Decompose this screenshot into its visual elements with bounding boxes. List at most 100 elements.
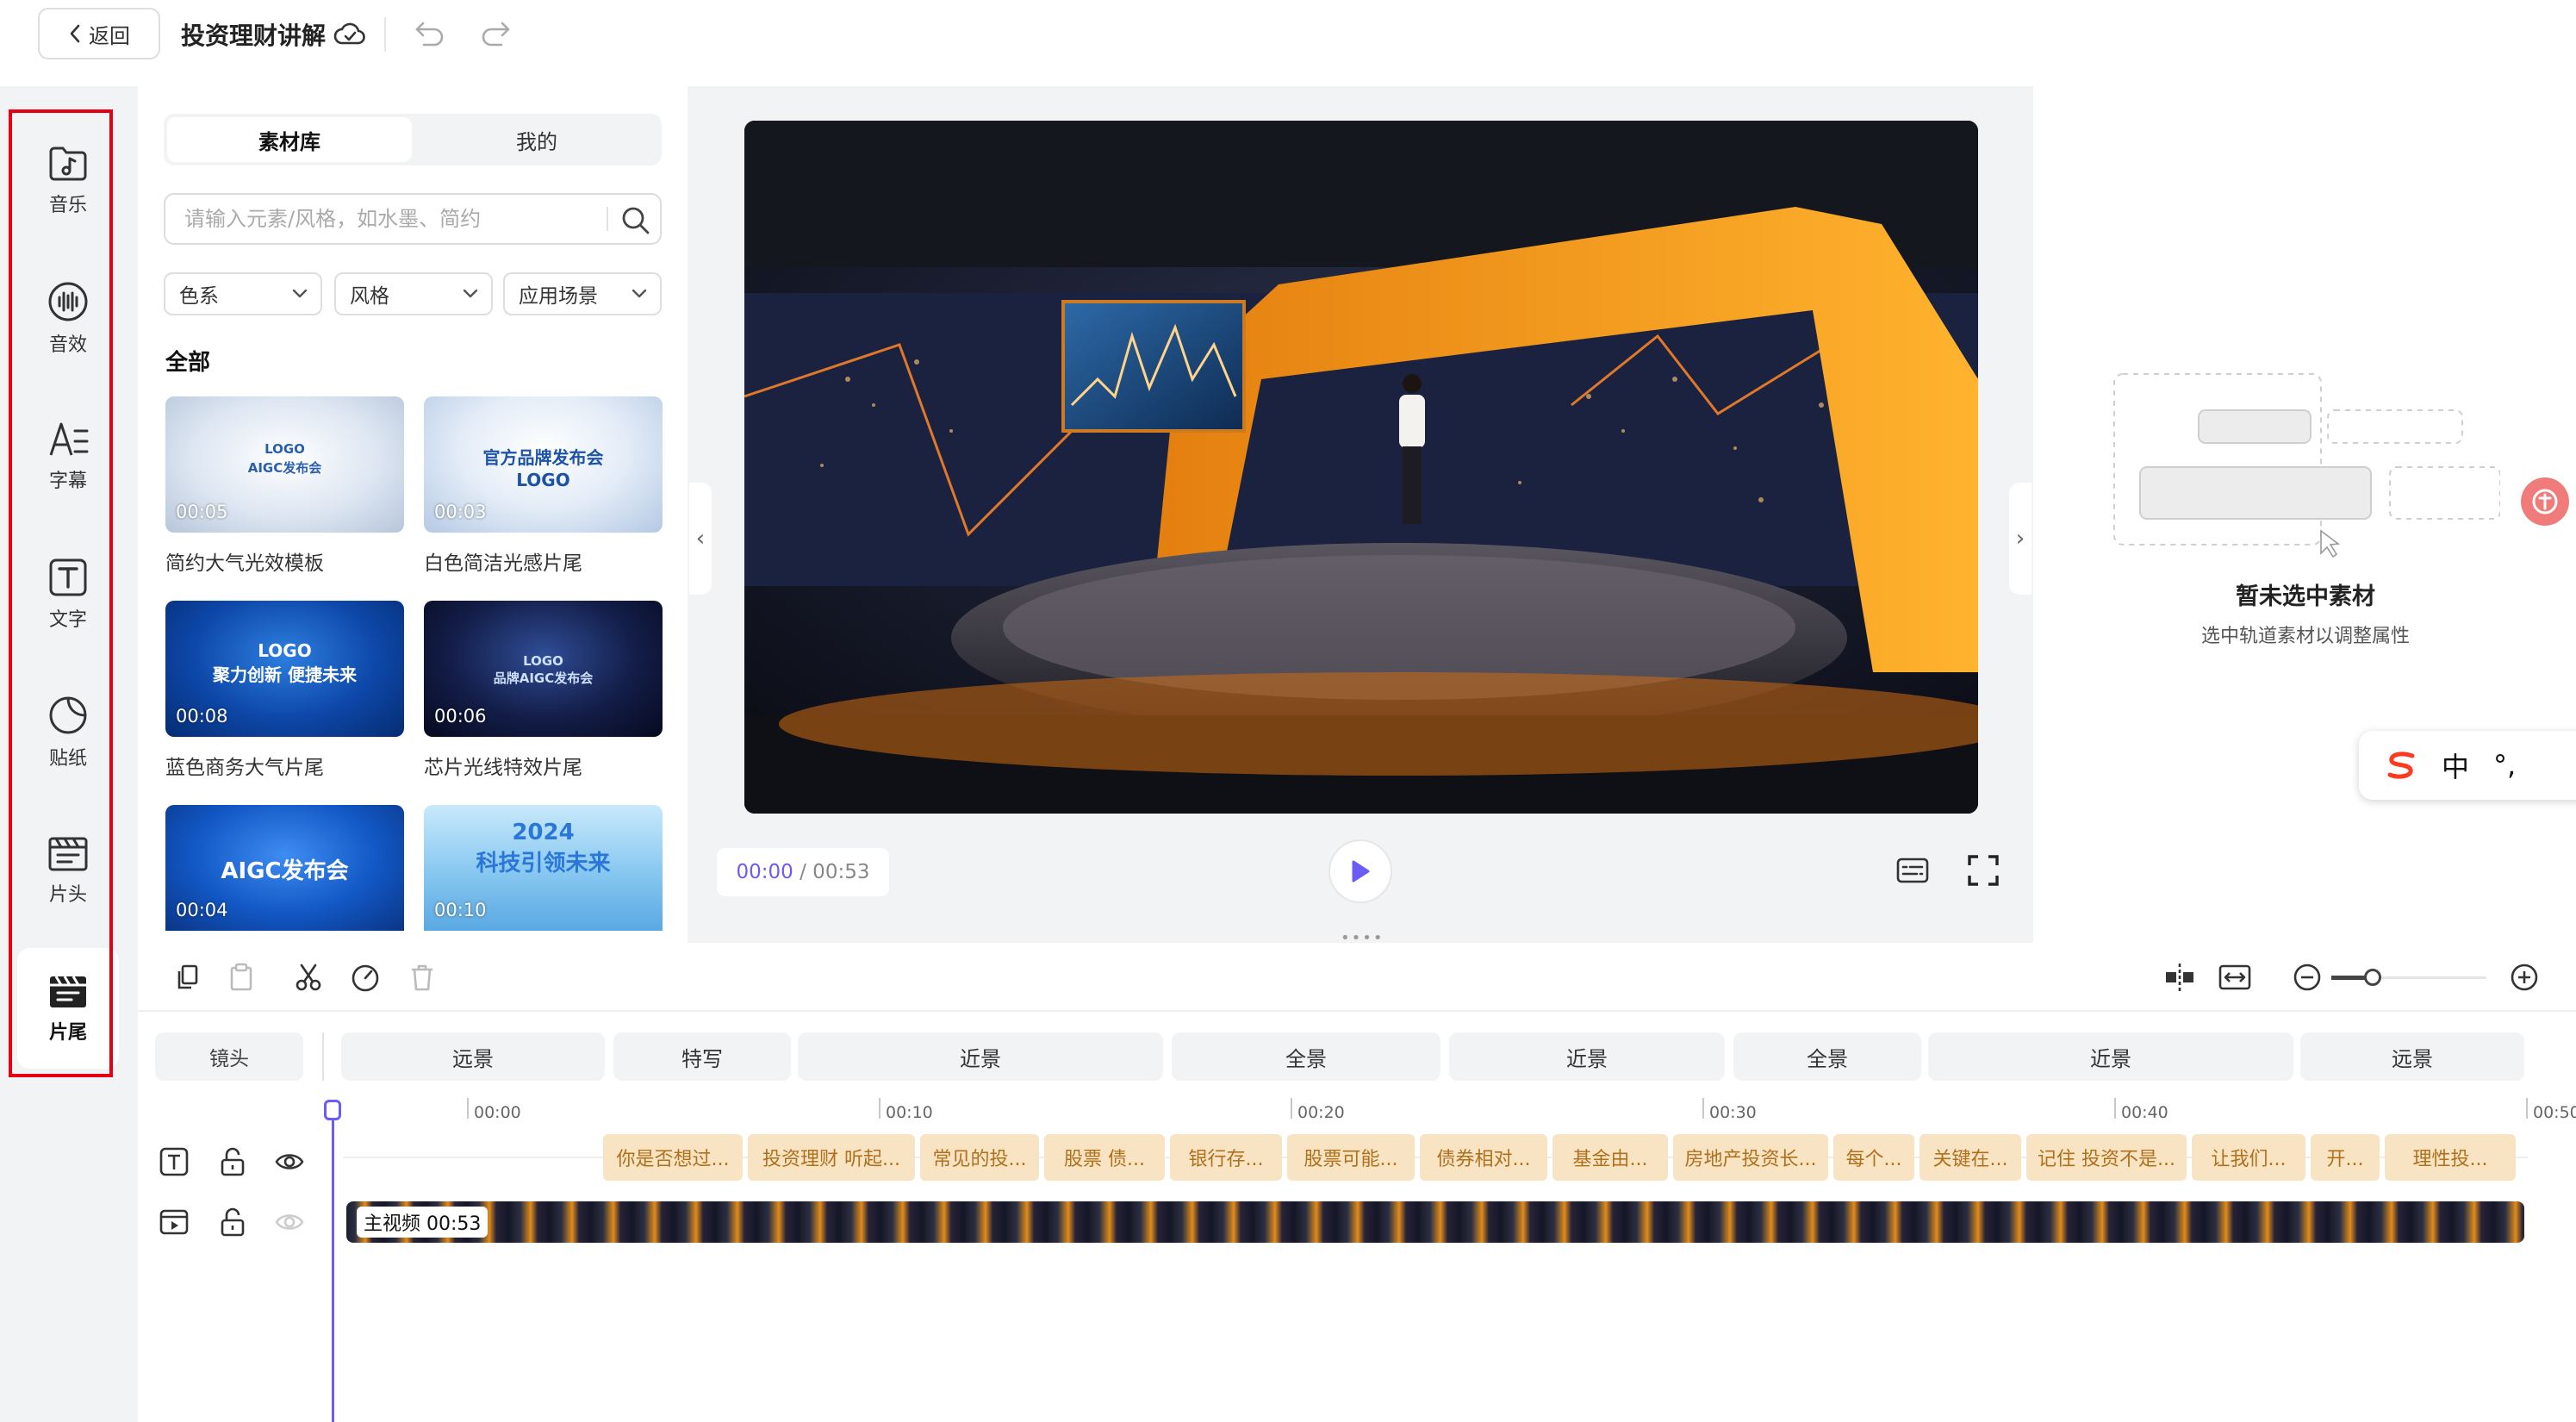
fullscreen-icon[interactable] bbox=[1966, 853, 2000, 888]
template-card[interactable]: LOGO AIGC发布会 00:05 简约大气光效模板 bbox=[165, 396, 404, 576]
shot-block[interactable]: 近景 bbox=[1928, 1032, 2293, 1081]
shot-block[interactable]: 特写 bbox=[613, 1032, 791, 1081]
shot-block[interactable]: 远景 bbox=[2300, 1032, 2524, 1081]
rail-item-intro[interactable]: 片头 bbox=[17, 810, 119, 931]
sound-effect-icon bbox=[48, 282, 88, 321]
shot-track-divider bbox=[322, 1032, 324, 1081]
tab-material-library[interactable]: 素材库 bbox=[167, 117, 412, 162]
back-label: 返回 bbox=[89, 23, 130, 48]
zoom-slider-handle[interactable] bbox=[2364, 969, 2381, 986]
search-icon[interactable] bbox=[620, 205, 651, 236]
chevron-left-icon: ‹ bbox=[695, 526, 706, 552]
paste-icon[interactable] bbox=[226, 962, 257, 993]
eye-icon[interactable] bbox=[274, 1146, 305, 1177]
subtitle-clip[interactable]: 开... bbox=[2311, 1134, 2380, 1181]
template-thumbnail: LOGO 聚力创新 便捷未来 00:08 bbox=[165, 601, 404, 737]
shot-block[interactable]: 远景 bbox=[341, 1032, 605, 1081]
subtitle-clip[interactable]: 股票可能... bbox=[1287, 1134, 1415, 1181]
shot-track-label: 镜头 bbox=[155, 1032, 303, 1081]
subtitle-clip[interactable]: 常见的投... bbox=[920, 1134, 1039, 1181]
ime-punctuation[interactable]: °, bbox=[2493, 749, 2516, 782]
subtitle-clip[interactable]: 基金由... bbox=[1552, 1134, 1668, 1181]
shot-block[interactable]: 全景 bbox=[1172, 1032, 1440, 1081]
back-button[interactable]: 返回 bbox=[38, 8, 160, 59]
subtitle-clip[interactable]: 理性投... bbox=[2385, 1134, 2516, 1181]
rail-item-text[interactable]: 文字 bbox=[17, 534, 119, 655]
redo-icon[interactable] bbox=[479, 19, 513, 50]
thumbnail-text: AIGC发布会 bbox=[221, 858, 349, 884]
zoom-out-icon[interactable] bbox=[2292, 962, 2323, 993]
video-preview[interactable] bbox=[744, 121, 1978, 814]
preview-frame-image bbox=[744, 121, 1978, 814]
subtitle-clip[interactable]: 你是否想过... bbox=[603, 1134, 743, 1181]
fit-width-icon[interactable] bbox=[2218, 962, 2252, 993]
collapse-right-panel-button[interactable]: › bbox=[2009, 483, 2032, 595]
ime-language[interactable]: 中 bbox=[2442, 745, 2469, 785]
template-card[interactable]: AIGC发布会 00:04 bbox=[165, 805, 404, 931]
filter-scene[interactable]: 应用场景 bbox=[503, 272, 662, 315]
chevron-down-icon bbox=[632, 289, 647, 298]
caption-toggle-icon[interactable] bbox=[1895, 855, 1930, 886]
shot-block[interactable]: 近景 bbox=[1449, 1032, 1725, 1081]
filter-style[interactable]: 风格 bbox=[334, 272, 493, 315]
template-card[interactable]: LOGO 品牌AIGC发布会 00:06 芯片光线特效片尾 bbox=[424, 601, 663, 780]
copy-icon[interactable] bbox=[172, 962, 203, 993]
rail-item-subtitle[interactable]: 字幕 bbox=[17, 396, 119, 517]
subtitle-clip[interactable]: 债券相对... bbox=[1420, 1134, 1547, 1181]
panel-tabs: 素材库 我的 bbox=[164, 114, 662, 165]
filter-color[interactable]: 色系 bbox=[164, 272, 322, 315]
subtitle-clip[interactable]: 投资理财 听起... bbox=[748, 1134, 915, 1181]
subtitle-clip[interactable]: 关键在... bbox=[1920, 1134, 2021, 1181]
unlock-icon[interactable] bbox=[217, 1207, 248, 1238]
undo-icon[interactable] bbox=[412, 19, 446, 50]
time-ruler[interactable]: 00:00 00:10 00:20 00:30 00:40 00:50 bbox=[338, 1098, 2576, 1124]
unlock-icon[interactable] bbox=[217, 1146, 248, 1177]
rail-item-outro[interactable]: 片尾 bbox=[17, 948, 119, 1069]
subtitle-clip[interactable]: 让我们... bbox=[2192, 1134, 2305, 1181]
cloud-sync-icon[interactable] bbox=[333, 17, 367, 52]
speed-icon[interactable] bbox=[350, 962, 381, 993]
thumbnail-text: LOGO AIGC发布会 bbox=[247, 441, 322, 476]
template-thumbnail: LOGO AIGC发布会 00:05 bbox=[165, 396, 404, 533]
empty-state-subtitle: 选中轨道素材以调整属性 bbox=[2200, 626, 2410, 647]
rail-label: 音乐 bbox=[48, 195, 87, 216]
template-card[interactable]: 2024 科技引领未来 00:10 bbox=[424, 805, 663, 931]
total-time: / 00:53 bbox=[800, 861, 870, 883]
playhead-line[interactable] bbox=[332, 1100, 334, 1422]
main-video-clip[interactable] bbox=[346, 1201, 2524, 1243]
eye-icon[interactable] bbox=[274, 1207, 305, 1238]
playhead-handle[interactable] bbox=[324, 1100, 341, 1120]
split-align-icon[interactable] bbox=[2162, 962, 2197, 993]
filter-label: 风格 bbox=[350, 285, 389, 308]
scissors-icon[interactable] bbox=[293, 962, 324, 993]
timeline-panel: 镜头 远景 特写 近景 全景 近景 全景 近景 远景 00:00 00:10 0… bbox=[138, 943, 2576, 1422]
shot-block[interactable]: 近景 bbox=[798, 1032, 1163, 1081]
ime-toolbar[interactable]: 中 °, bbox=[2359, 731, 2576, 800]
collapse-left-panel-button[interactable]: ‹ bbox=[689, 483, 712, 595]
subtitle-clip[interactable]: 股票 债... bbox=[1044, 1134, 1165, 1181]
left-rail: 音乐 音效 字幕 文字 贴纸 片头 片尾 bbox=[0, 86, 138, 1422]
delete-icon[interactable] bbox=[407, 962, 438, 993]
ruler-tick bbox=[1291, 1098, 1292, 1119]
tab-mine[interactable]: 我的 bbox=[415, 117, 658, 162]
search-input[interactable] bbox=[184, 195, 598, 243]
subtitle-clip[interactable]: 记住 投资不是... bbox=[2026, 1134, 2187, 1181]
template-card[interactable]: 官方品牌发布会 LOGO 00:03 白色简洁光感片尾 bbox=[424, 396, 663, 576]
rail-item-sound-effect[interactable]: 音效 bbox=[17, 259, 119, 379]
rail-label: 片尾 bbox=[48, 1022, 87, 1044]
subtitle-clip[interactable]: 银行存... bbox=[1170, 1134, 1282, 1181]
template-card[interactable]: LOGO 聚力创新 便捷未来 00:08 蓝色商务大气片尾 bbox=[165, 601, 404, 780]
rail-label: 文字 bbox=[48, 609, 87, 631]
shot-block[interactable]: 全景 bbox=[1733, 1032, 1921, 1081]
rail-item-music[interactable]: 音乐 bbox=[17, 121, 119, 241]
play-button[interactable] bbox=[1328, 839, 1392, 903]
subtitle-clip[interactable]: 每个... bbox=[1833, 1134, 1914, 1181]
subtitle-clip[interactable]: 房地产投资长... bbox=[1673, 1134, 1828, 1181]
ime-floating-button[interactable] bbox=[2521, 477, 2569, 526]
thumbnail-text: LOGO 品牌AIGC发布会 bbox=[493, 653, 594, 686]
text-track-icon bbox=[159, 1146, 190, 1177]
zoom-in-icon[interactable] bbox=[2509, 962, 2540, 993]
subtitle-track: 你是否想过... 投资理财 听起... 常见的投... 股票 债... 银行存.… bbox=[343, 1131, 2528, 1184]
rail-item-sticker[interactable]: 贴纸 bbox=[17, 672, 119, 793]
ruler-label: 00:20 bbox=[1297, 1103, 1345, 1122]
